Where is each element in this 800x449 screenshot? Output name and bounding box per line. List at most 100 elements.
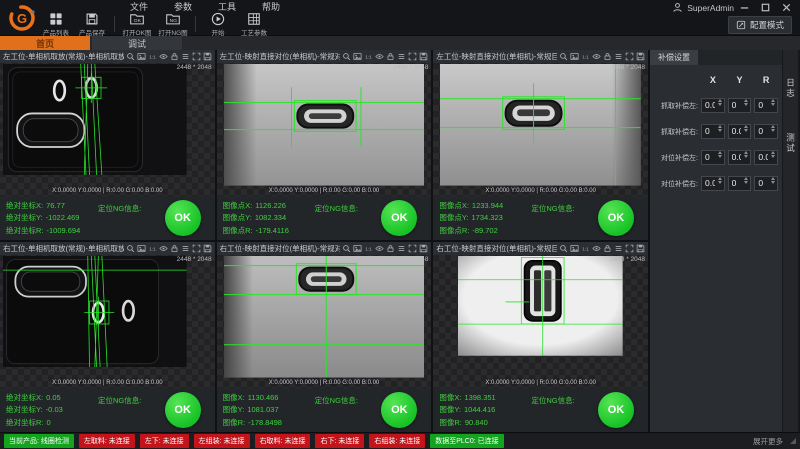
list-icon[interactable] (181, 52, 190, 61)
lock-icon[interactable] (386, 52, 395, 61)
toolbar-start[interactable]: 开始 (200, 12, 236, 37)
save-icon[interactable] (419, 244, 428, 253)
fit-image-icon[interactable] (353, 244, 362, 253)
save-icon[interactable] (636, 244, 645, 253)
spinner-arrows[interactable] (716, 148, 724, 161)
expand-icon[interactable] (408, 244, 417, 253)
fit-image-icon[interactable] (570, 52, 579, 61)
spinner-arrows[interactable] (716, 174, 724, 187)
lock-icon[interactable] (603, 244, 612, 253)
spinner-arrows[interactable] (716, 122, 724, 135)
align-right-x-field[interactable] (701, 173, 725, 188)
one-to-one-icon[interactable] (148, 244, 157, 253)
expand-more-button[interactable]: 展开更多 (753, 436, 783, 447)
grab-right-x-field[interactable] (701, 121, 725, 136)
zoom-icon[interactable] (559, 52, 568, 61)
save-icon[interactable] (203, 52, 212, 61)
tab-debug[interactable]: 调试 (92, 36, 182, 50)
user-account[interactable]: SuperAdmin (672, 2, 734, 13)
align-right-r-field[interactable] (754, 173, 778, 188)
resize-grip-icon[interactable] (790, 438, 796, 444)
tab-compensation-settings[interactable]: 补偿设置 (650, 50, 698, 65)
camera-view[interactable]: 2448 * 2048 (217, 63, 432, 196)
camera-view[interactable]: 2448 * 2048 (0, 255, 215, 388)
align-right-y-field[interactable] (728, 173, 752, 188)
spinner-arrows[interactable] (716, 96, 724, 109)
grab-left-x-field[interactable] (701, 95, 725, 110)
eye-icon[interactable] (592, 244, 601, 253)
zoom-icon[interactable] (342, 52, 351, 61)
align-left-x-field[interactable] (701, 147, 725, 162)
spinner-arrows[interactable] (742, 96, 750, 109)
maximize-icon[interactable] (760, 2, 771, 13)
side-tab-log[interactable]: 日志 (785, 78, 797, 99)
list-icon[interactable] (614, 244, 623, 253)
eye-icon[interactable] (592, 52, 601, 61)
ok-indicator[interactable]: OK (165, 392, 201, 428)
spinner-arrows[interactable] (769, 96, 777, 109)
grab-left-r-field[interactable] (754, 95, 778, 110)
grab-left-y-field[interactable] (728, 95, 752, 110)
fit-image-icon[interactable] (570, 244, 579, 253)
fit-image-icon[interactable] (353, 52, 362, 61)
save-icon[interactable] (203, 244, 212, 253)
fit-image-icon[interactable] (137, 52, 146, 61)
zoom-icon[interactable] (126, 244, 135, 253)
one-to-one-icon[interactable] (364, 244, 373, 253)
grab-right-y-field[interactable] (728, 121, 752, 136)
eye-icon[interactable] (159, 52, 168, 61)
save-icon[interactable] (419, 52, 428, 61)
list-icon[interactable] (397, 244, 406, 253)
list-icon[interactable] (181, 244, 190, 253)
eye-icon[interactable] (159, 244, 168, 253)
camera-view[interactable]: 2448 * 2048 (217, 255, 432, 388)
spinner-arrows[interactable] (769, 122, 777, 135)
lock-icon[interactable] (603, 52, 612, 61)
close-icon[interactable] (781, 2, 792, 13)
lock-icon[interactable] (170, 244, 179, 253)
list-icon[interactable] (614, 52, 623, 61)
eye-icon[interactable] (375, 244, 384, 253)
save-icon[interactable] (636, 52, 645, 61)
zoom-icon[interactable] (342, 244, 351, 253)
zoom-icon[interactable] (559, 244, 568, 253)
align-left-r-field[interactable] (754, 147, 778, 162)
tab-home[interactable]: 首页 (0, 36, 90, 50)
camera-view[interactable]: 2448 * 2048 (0, 63, 215, 196)
list-icon[interactable] (397, 52, 406, 61)
toolbar-open-ng-image[interactable]: 打开NG图 (155, 12, 191, 37)
expand-icon[interactable] (625, 52, 634, 61)
ok-indicator[interactable]: OK (598, 200, 634, 236)
eye-icon[interactable] (375, 52, 384, 61)
side-tab-test[interactable]: 测试 (785, 133, 797, 154)
fit-image-icon[interactable] (137, 244, 146, 253)
expand-icon[interactable] (192, 52, 201, 61)
spinner-arrows[interactable] (742, 122, 750, 135)
ok-indicator[interactable]: OK (598, 392, 634, 428)
grab-right-r-field[interactable] (754, 121, 778, 136)
toolbar-product-list[interactable]: 产品列表 (38, 12, 74, 37)
lock-icon[interactable] (386, 244, 395, 253)
camera-view[interactable]: 2448 * 2048 (433, 63, 648, 196)
expand-icon[interactable] (192, 244, 201, 253)
one-to-one-icon[interactable] (364, 52, 373, 61)
toolbar-open-ok-image[interactable]: 打开OK图 (119, 12, 155, 37)
align-left-y-field[interactable] (728, 147, 752, 162)
expand-icon[interactable] (408, 52, 417, 61)
lock-icon[interactable] (170, 52, 179, 61)
one-to-one-icon[interactable] (581, 52, 590, 61)
one-to-one-icon[interactable] (148, 52, 157, 61)
toolbar-product-save[interactable]: 产品保存 (74, 12, 110, 37)
toolbar-process-params[interactable]: 工艺参数 (236, 12, 272, 37)
ok-indicator[interactable]: OK (381, 392, 417, 428)
spinner-arrows[interactable] (769, 174, 777, 187)
spinner-arrows[interactable] (769, 148, 777, 161)
spinner-arrows[interactable] (742, 148, 750, 161)
ok-indicator[interactable]: OK (165, 200, 201, 236)
one-to-one-icon[interactable] (581, 244, 590, 253)
config-mode-button[interactable]: 配置模式 (728, 16, 792, 34)
minimize-icon[interactable] (739, 2, 750, 13)
zoom-icon[interactable] (126, 52, 135, 61)
ok-indicator[interactable]: OK (381, 200, 417, 236)
camera-view[interactable]: 2448 * 2048 (433, 255, 648, 388)
